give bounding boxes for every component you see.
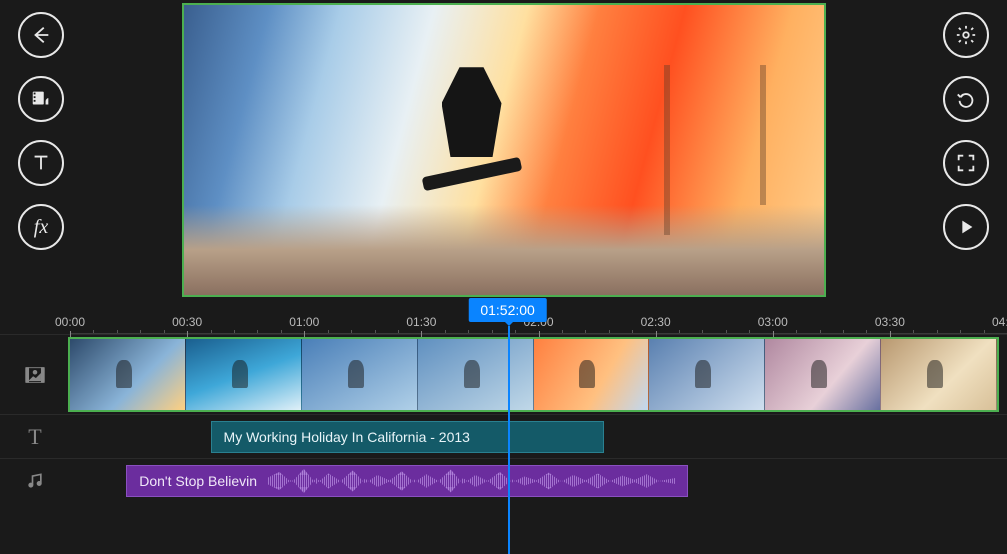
video-clip[interactable] bbox=[881, 339, 997, 410]
video-clip[interactable] bbox=[649, 339, 765, 410]
video-frame bbox=[184, 5, 824, 295]
ruler-tick: 00:00 bbox=[55, 315, 85, 333]
text-track-row: T My Working Holiday In California - 201… bbox=[0, 414, 1007, 458]
text-track[interactable]: My Working Holiday In California - 2013 bbox=[70, 415, 1007, 458]
video-track[interactable] bbox=[70, 335, 1007, 414]
video-clip[interactable] bbox=[765, 339, 881, 410]
audio-track-icon bbox=[0, 471, 70, 491]
video-clip[interactable] bbox=[534, 339, 650, 410]
ruler-tick: 01:30 bbox=[406, 315, 436, 333]
settings-button[interactable] bbox=[943, 12, 989, 58]
audio-clip-label: Don't Stop Believin bbox=[139, 473, 257, 489]
ruler-tick: 02:30 bbox=[641, 315, 671, 333]
play-icon bbox=[955, 216, 977, 238]
audio-track[interactable]: Don't Stop Believin bbox=[70, 459, 1007, 502]
play-button[interactable] bbox=[943, 204, 989, 250]
back-button[interactable] bbox=[18, 12, 64, 58]
ruler-track[interactable]: 01:52:00 00:0000:3001:0001:3002:0002:300… bbox=[70, 300, 1007, 334]
effects-button[interactable]: fx bbox=[18, 204, 64, 250]
left-toolbar: fx bbox=[0, 0, 82, 262]
video-track-row bbox=[0, 334, 1007, 414]
media-library-button[interactable] bbox=[18, 76, 64, 122]
audio-waveform bbox=[267, 466, 675, 496]
video-editor-app: fx 01: bbox=[0, 0, 1007, 554]
video-clip[interactable] bbox=[186, 339, 302, 410]
video-track-icon bbox=[0, 365, 70, 385]
video-clip[interactable] bbox=[70, 339, 186, 410]
back-icon bbox=[30, 24, 52, 46]
timecode-badge[interactable]: 01:52:00 bbox=[468, 298, 547, 322]
text-tool-icon bbox=[30, 152, 52, 174]
text-tool-button[interactable] bbox=[18, 140, 64, 186]
ruler-tick: 03:30 bbox=[875, 315, 905, 333]
video-clips-container[interactable] bbox=[70, 339, 997, 410]
audio-clip[interactable]: Don't Stop Believin bbox=[126, 465, 688, 497]
preview-area: fx bbox=[0, 0, 1007, 300]
ruler-tick: 03:00 bbox=[758, 315, 788, 333]
playhead[interactable] bbox=[508, 326, 510, 554]
undo-button[interactable] bbox=[943, 76, 989, 122]
timeline: 01:52:00 00:0000:3001:0001:3002:0002:300… bbox=[0, 300, 1007, 554]
audio-track-row: Don't Stop Believin bbox=[0, 458, 1007, 502]
undo-icon bbox=[955, 88, 977, 110]
fullscreen-button[interactable] bbox=[943, 140, 989, 186]
preview-viewport[interactable] bbox=[82, 0, 925, 300]
video-clip[interactable] bbox=[418, 339, 534, 410]
media-library-icon bbox=[30, 88, 52, 110]
video-clip[interactable] bbox=[302, 339, 418, 410]
right-toolbar bbox=[925, 0, 1007, 262]
ruler-tick: 04:00 bbox=[992, 315, 1007, 333]
settings-icon bbox=[955, 24, 977, 46]
effects-icon: fx bbox=[34, 216, 48, 239]
text-clip-label: My Working Holiday In California - 2013 bbox=[224, 429, 470, 445]
ruler-tick: 01:00 bbox=[289, 315, 319, 333]
ruler-tick: 00:30 bbox=[172, 315, 202, 333]
text-track-icon: T bbox=[0, 424, 70, 450]
fullscreen-icon bbox=[955, 152, 977, 174]
title-text-clip[interactable]: My Working Holiday In California - 2013 bbox=[211, 421, 605, 453]
